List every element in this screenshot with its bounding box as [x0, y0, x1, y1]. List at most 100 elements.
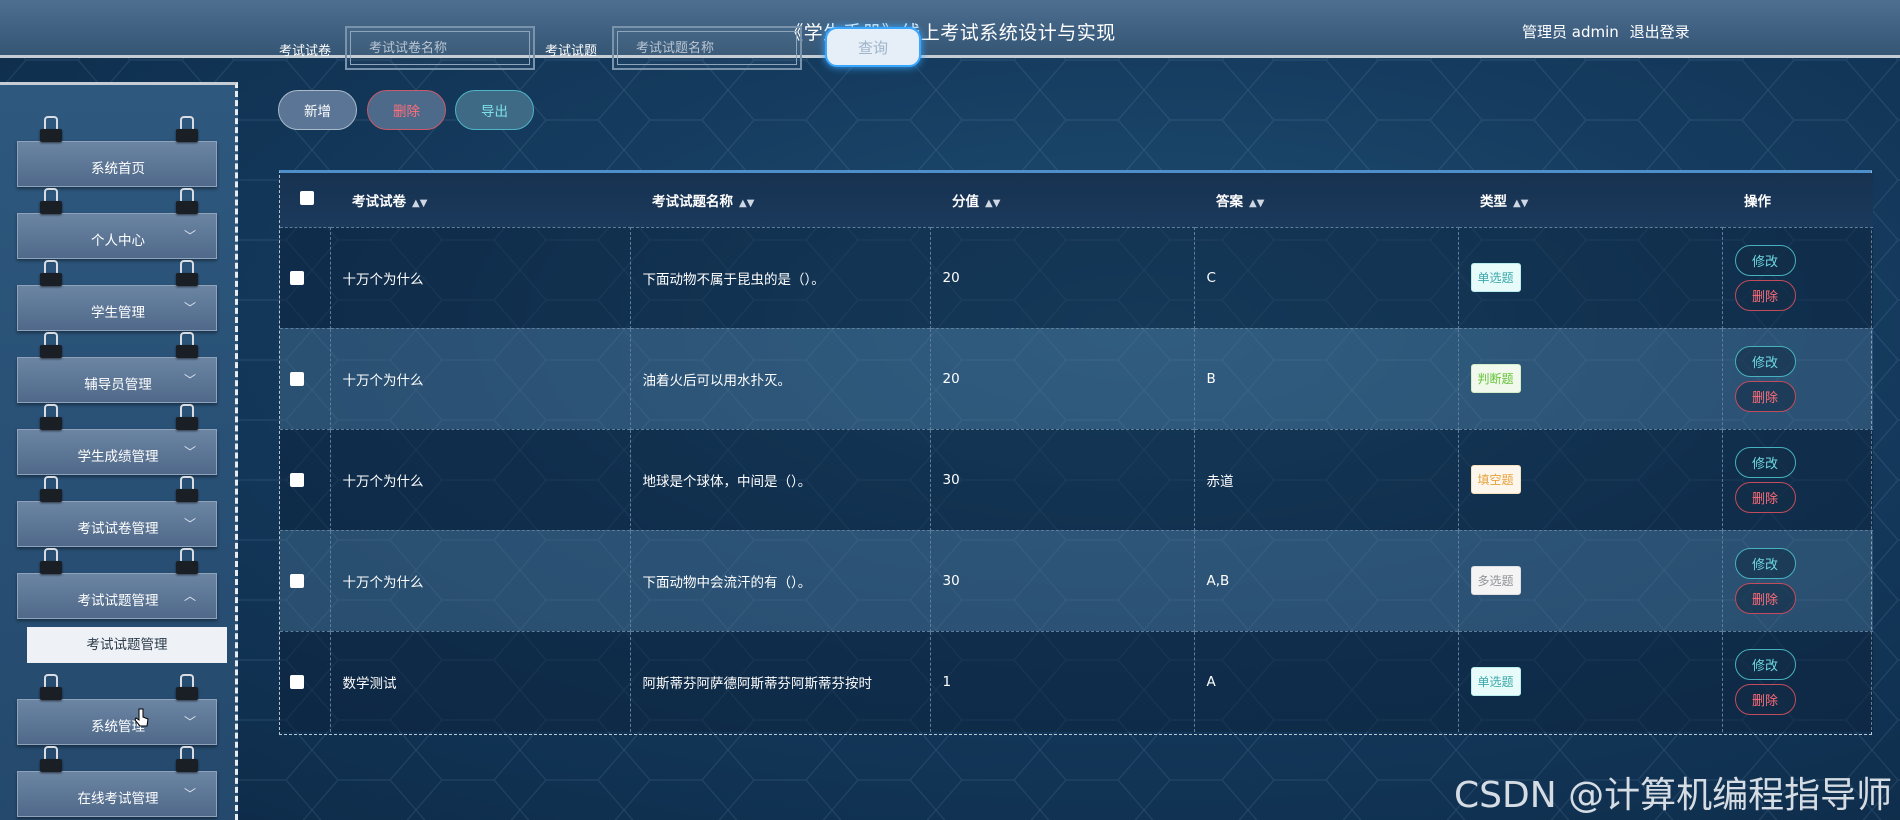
binder-clip-icon	[176, 476, 198, 502]
row-checkbox[interactable]	[290, 674, 304, 689]
question-search-label: 考试试题	[545, 44, 598, 59]
column-header-paper[interactable]: 考试试卷 ▲▼	[330, 173, 630, 227]
table-row: 十万个为什么 地球是个球体，中间是（）。 30 赤道 填空题 修改 删除	[280, 428, 1873, 530]
sidebar-item[interactable]: 考试试卷管理 ﹀	[17, 476, 217, 547]
row-edit-button[interactable]: 修改	[1734, 446, 1796, 478]
column-header-answer[interactable]: 答案 ▲▼	[1194, 173, 1458, 227]
sort-icon[interactable]: ▲▼	[1513, 198, 1528, 209]
binder-clip-icon	[40, 404, 62, 430]
questions-table: 考试试卷 ▲▼ 考试试题名称 ▲▼ 分值 ▲▼ 答案 ▲▼ 类型 ▲▼ 操作 十万个为什么…	[279, 170, 1873, 735]
chevron-down-icon: ﹀	[183, 715, 196, 729]
binder-clip-icon	[40, 116, 62, 142]
row-delete-button[interactable]: 删除	[1734, 582, 1796, 614]
admin-area: 管理员 admin 退出登录	[1522, 21, 1696, 42]
column-header-type[interactable]: 类型 ▲▼	[1458, 173, 1722, 227]
table-row: 十万个为什么 下面动物中会流汗的有（）。 30 A,B 多选题 修改 删除	[280, 529, 1873, 631]
table-header-row: 考试试卷 ▲▼ 考试试题名称 ▲▼ 分值 ▲▼ 答案 ▲▼ 类型 ▲▼ 操作	[280, 173, 1873, 227]
sidebar-item[interactable]: 考试试题管理 ︿	[17, 548, 217, 619]
row-edit-button[interactable]: 修改	[1734, 547, 1796, 579]
paper-search-label: 考试试卷	[279, 44, 332, 59]
batch-delete-button[interactable]: 删除	[367, 90, 446, 130]
sidebar-item[interactable]: 系统管理 ﹀	[17, 674, 217, 745]
binder-clip-icon	[40, 332, 62, 358]
row-checkbox[interactable]	[290, 573, 304, 588]
cell-score: 20	[930, 327, 1195, 429]
cell-question: 下面动物不属于昆虫的是（）。	[630, 226, 931, 328]
admin-label: 管理员 admin	[1522, 23, 1619, 41]
export-button[interactable]: 导出	[455, 90, 534, 130]
cell-answer: C	[1194, 226, 1459, 328]
watermark-text: CSDN @计算机编程指导师	[1454, 775, 1893, 816]
sidebar-item-label: 系统首页	[91, 161, 145, 177]
type-badge: 填空题	[1470, 465, 1521, 494]
cell-type: 多选题	[1458, 529, 1723, 631]
cell-question: 油着火后可以用水扑灭。	[630, 327, 931, 429]
cell-paper: 十万个为什么	[330, 529, 631, 631]
binder-clip-icon	[40, 548, 62, 574]
cell-score: 1	[930, 630, 1195, 732]
column-header-question[interactable]: 考试试题名称 ▲▼	[630, 173, 930, 227]
cell-actions: 修改 删除	[1722, 327, 1873, 429]
binder-clip-icon	[176, 260, 198, 286]
query-button[interactable]: 查询	[825, 27, 921, 67]
select-all-checkbox[interactable]	[300, 190, 314, 205]
binder-clip-icon	[40, 188, 62, 214]
cell-actions: 修改 删除	[1722, 428, 1873, 530]
add-button[interactable]: 新增	[278, 90, 357, 130]
column-header-actions: 操作	[1722, 173, 1873, 227]
cell-answer: B	[1194, 327, 1459, 429]
binder-clip-icon	[176, 746, 198, 772]
chevron-up-icon: ︿	[183, 589, 196, 603]
cell-type: 判断题	[1458, 327, 1723, 429]
cell-actions: 修改 删除	[1722, 529, 1873, 631]
sort-icon[interactable]: ▲▼	[412, 198, 427, 209]
cell-question: 地球是个球体，中间是（）。	[630, 428, 931, 530]
sort-icon[interactable]: ▲▼	[739, 198, 754, 209]
cell-actions: 修改 删除	[1722, 630, 1873, 732]
binder-clip-icon	[40, 476, 62, 502]
sidebar-item[interactable]: 系统首页	[17, 116, 217, 187]
cell-answer: A	[1194, 630, 1459, 732]
sidebar-item[interactable]: 辅导员管理 ﹀	[17, 332, 217, 403]
row-checkbox[interactable]	[290, 472, 304, 487]
type-badge: 判断题	[1470, 364, 1521, 393]
mouse-cursor-icon	[134, 708, 149, 727]
cell-actions: 修改 删除	[1722, 226, 1873, 328]
logout-link[interactable]: 退出登录	[1630, 23, 1690, 41]
sidebar-item[interactable]: 在线考试管理 ﹀	[17, 746, 217, 817]
binder-clip-icon	[176, 404, 198, 430]
row-checkbox[interactable]	[290, 270, 304, 285]
binder-clip-icon	[40, 260, 62, 286]
cell-score: 30	[930, 428, 1195, 530]
submenu-item-question-manage[interactable]: 考试试题管理	[27, 627, 227, 663]
cell-question: 阿斯蒂芬阿萨德阿斯蒂芬阿斯蒂芬按时	[630, 630, 931, 732]
question-name-search-input[interactable]	[612, 26, 802, 70]
binder-clip-icon	[40, 746, 62, 772]
cell-answer: 赤道	[1194, 428, 1459, 530]
chevron-down-icon: ﹀	[183, 229, 196, 243]
binder-clip-icon	[40, 674, 62, 700]
sort-icon[interactable]: ▲▼	[985, 198, 1000, 209]
binder-clip-icon	[176, 188, 198, 214]
row-checkbox[interactable]	[290, 371, 304, 386]
row-delete-button[interactable]: 删除	[1734, 481, 1796, 513]
row-edit-button[interactable]: 修改	[1734, 345, 1796, 377]
row-delete-button[interactable]: 删除	[1734, 279, 1796, 311]
table-row: 十万个为什么 油着火后可以用水扑灭。 20 B 判断题 修改 删除	[280, 327, 1873, 429]
row-edit-button[interactable]: 修改	[1734, 648, 1796, 680]
paper-name-search-input[interactable]	[345, 26, 535, 70]
cell-paper: 数学测试	[330, 630, 631, 732]
type-badge: 单选题	[1470, 263, 1521, 292]
sort-icon[interactable]: ▲▼	[1249, 198, 1264, 209]
sidebar-item[interactable]: 学生成绩管理 ﹀	[17, 404, 217, 475]
binder-clip-icon	[176, 674, 198, 700]
sidebar-item[interactable]: 学生管理 ﹀	[17, 260, 217, 331]
chevron-down-icon: ﹀	[183, 373, 196, 387]
column-header-score[interactable]: 分值 ▲▼	[930, 173, 1194, 227]
row-delete-button[interactable]: 删除	[1734, 380, 1796, 412]
row-delete-button[interactable]: 删除	[1734, 683, 1796, 715]
row-edit-button[interactable]: 修改	[1734, 244, 1796, 276]
cell-score: 20	[930, 226, 1195, 328]
sidebar-item[interactable]: 个人中心 ﹀	[17, 188, 217, 259]
binder-clip-icon	[176, 116, 198, 142]
